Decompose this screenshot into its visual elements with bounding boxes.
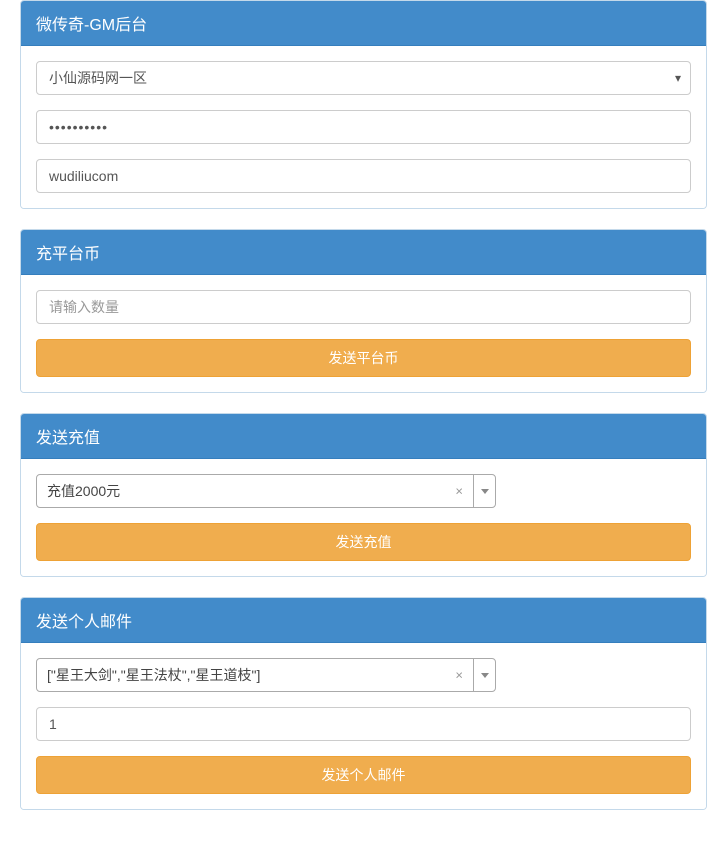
panel-gm-backend: 微传奇-GM后台 小仙源码网一区 ▾ xyxy=(20,0,707,209)
password-field[interactable] xyxy=(36,110,691,144)
server-select[interactable]: 小仙源码网一区 xyxy=(36,61,691,95)
clear-icon[interactable]: × xyxy=(451,668,467,683)
panel-body: ["星王大剑","星王法杖","星王道枝"] × 发送个人邮件 xyxy=(21,643,706,809)
panel-body: 小仙源码网一区 ▾ xyxy=(21,46,706,208)
panel-title: 微传奇-GM后台 xyxy=(21,1,706,46)
quantity-input[interactable] xyxy=(36,707,691,741)
chevron-down-icon[interactable] xyxy=(473,659,495,691)
send-platform-coin-button[interactable]: 发送平台币 xyxy=(36,339,691,377)
send-recharge-button[interactable]: 发送充值 xyxy=(36,523,691,561)
panel-title: 充平台币 xyxy=(21,230,706,275)
panel-send-recharge: 发送充值 充值2000元 × 发送充值 xyxy=(20,413,707,577)
panel-title: 发送个人邮件 xyxy=(21,598,706,643)
send-mail-button[interactable]: 发送个人邮件 xyxy=(36,756,691,794)
recharge-select[interactable]: 充值2000元 × xyxy=(36,474,496,508)
panel-platform-coin: 充平台币 发送平台币 xyxy=(20,229,707,393)
panel-send-mail: 发送个人邮件 ["星王大剑","星王法杖","星王道枝"] × 发送个人邮件 xyxy=(20,597,707,810)
panel-body: 充值2000元 × 发送充值 xyxy=(21,459,706,576)
items-select[interactable]: ["星王大剑","星王法杖","星王道枝"] × xyxy=(36,658,496,692)
items-select-text: ["星王大剑","星王法杖","星王道枝"] xyxy=(47,665,445,685)
panel-body: 发送平台币 xyxy=(21,275,706,392)
recharge-select-text: 充值2000元 xyxy=(47,481,445,501)
panel-title: 发送充值 xyxy=(21,414,706,459)
clear-icon[interactable]: × xyxy=(451,484,467,499)
amount-input[interactable] xyxy=(36,290,691,324)
chevron-down-icon[interactable] xyxy=(473,475,495,507)
username-field[interactable] xyxy=(36,159,691,193)
server-select-wrap: 小仙源码网一区 ▾ xyxy=(36,61,691,95)
